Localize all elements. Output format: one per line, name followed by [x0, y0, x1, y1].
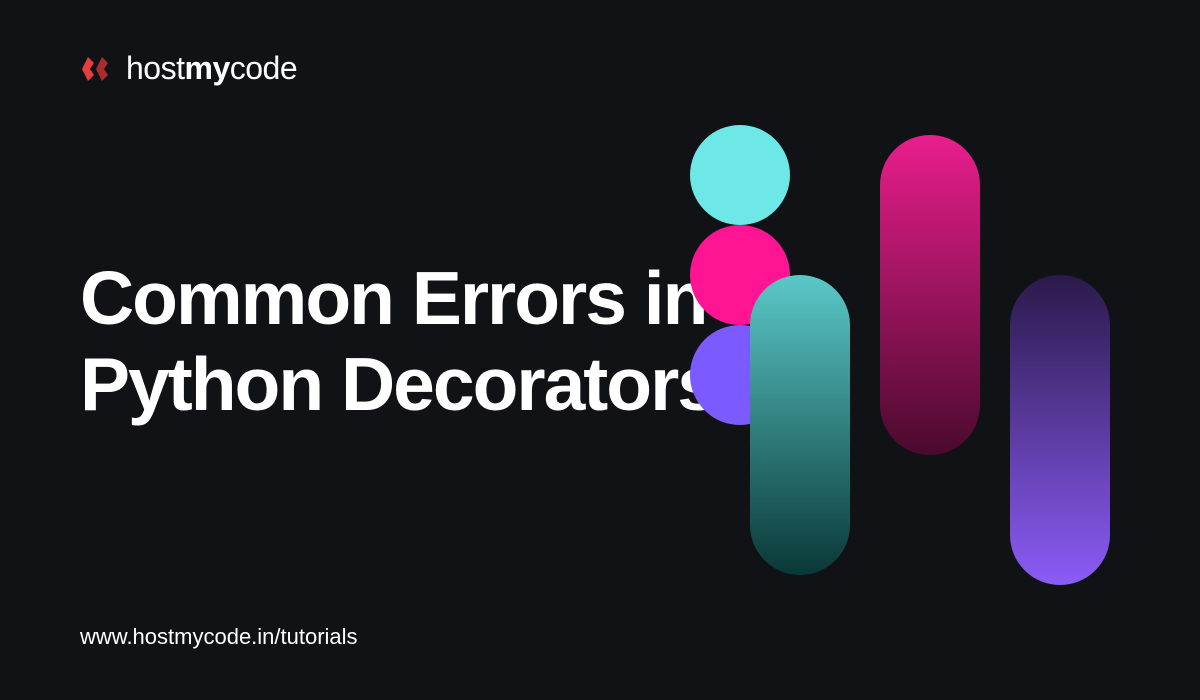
- logo-prefix: host: [126, 50, 184, 86]
- logo: hostmycode: [80, 50, 297, 87]
- logo-icon: [80, 55, 116, 83]
- shape-pill-magenta: [880, 135, 980, 455]
- decorative-graphic: [690, 125, 1140, 595]
- logo-text: hostmycode: [126, 50, 297, 87]
- page-title: Common Errors in Python Decorators: [80, 255, 717, 428]
- logo-bold: my: [184, 50, 229, 86]
- shape-circle-cyan: [690, 125, 790, 225]
- heading-line-1: Common Errors in: [80, 256, 706, 340]
- logo-suffix: code: [230, 50, 297, 86]
- shape-pill-purple: [1010, 275, 1110, 585]
- heading-line-2: Python Decorators: [80, 342, 717, 426]
- shape-pill-teal: [750, 275, 850, 575]
- site-url: www.hostmycode.in/tutorials: [80, 624, 358, 650]
